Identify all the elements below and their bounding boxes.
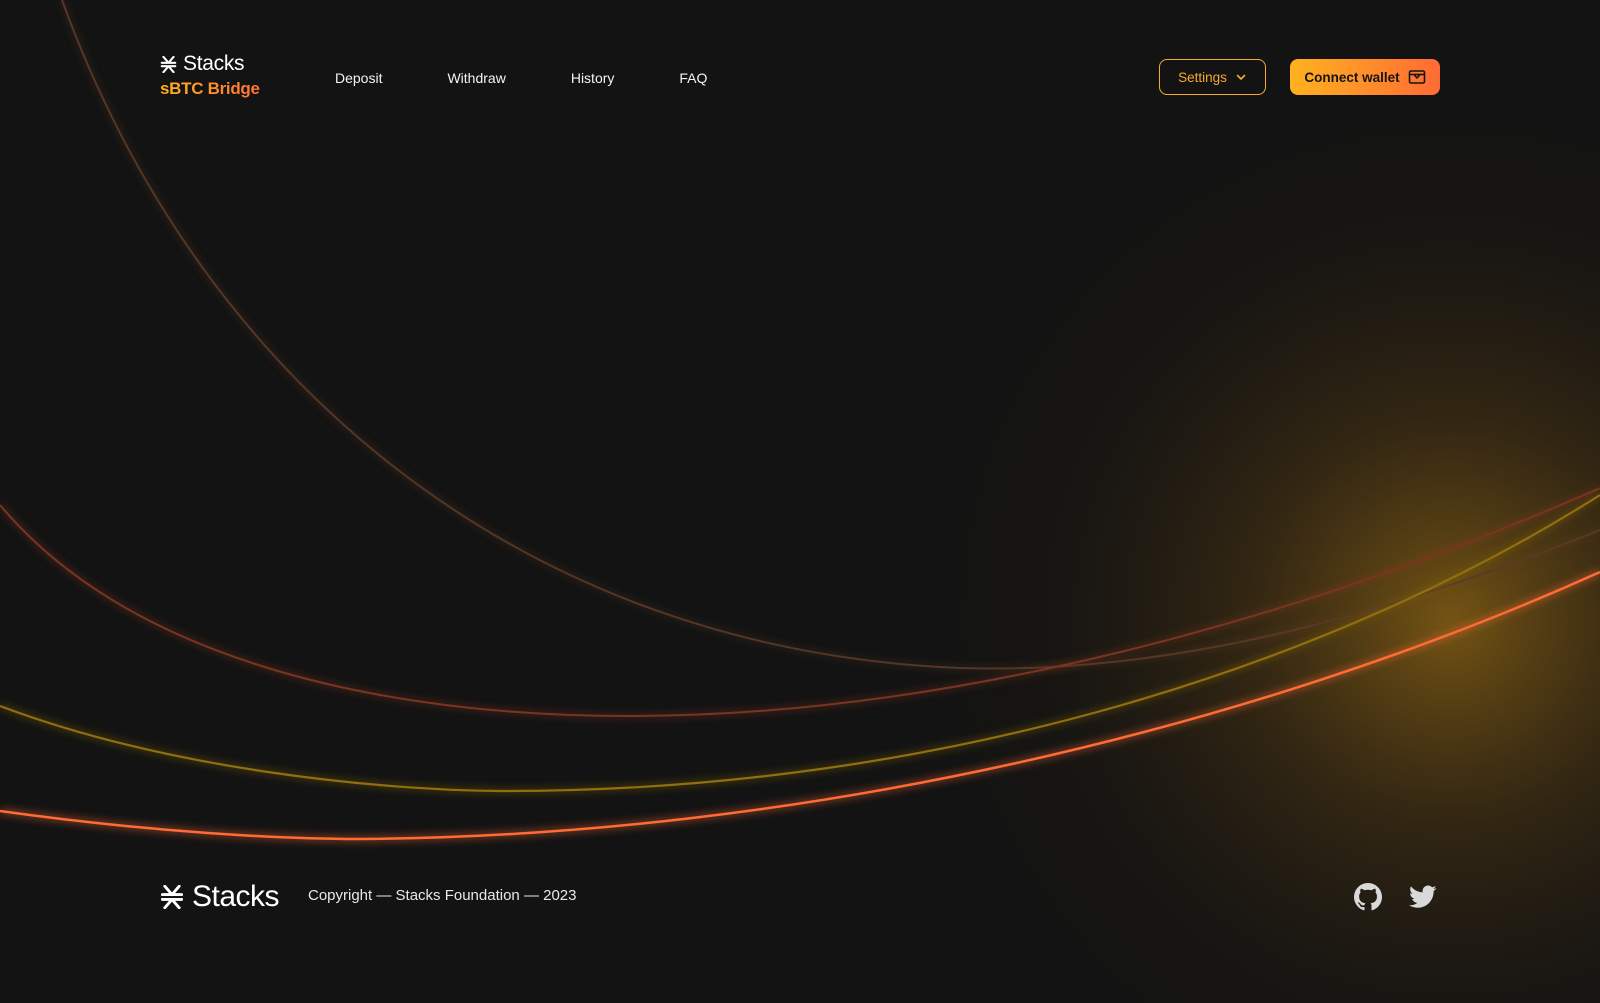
- nav-faq[interactable]: FAQ: [679, 70, 707, 86]
- settings-button[interactable]: Settings: [1159, 59, 1266, 95]
- chevron-down-icon: [1236, 74, 1246, 80]
- connect-wallet-button[interactable]: Connect wallet: [1290, 59, 1440, 95]
- github-link[interactable]: [1353, 882, 1383, 912]
- wallet-icon: [1408, 70, 1425, 84]
- nav-deposit[interactable]: Deposit: [335, 70, 382, 86]
- footer: Stacks Copyright — Stacks Foundation — 2…: [0, 870, 1600, 924]
- footer-brand[interactable]: Stacks: [160, 880, 280, 914]
- settings-label: Settings: [1178, 69, 1227, 85]
- brand-name: Stacks: [183, 52, 245, 75]
- twitter-icon: [1409, 885, 1437, 908]
- footer-brand-name: Stacks: [192, 880, 280, 913]
- stacks-logo-icon: [160, 55, 177, 73]
- main-nav: Deposit Withdraw History FAQ: [335, 66, 772, 90]
- connect-wallet-label: Connect wallet: [1304, 69, 1400, 85]
- github-icon: [1354, 883, 1382, 911]
- nav-withdraw[interactable]: Withdraw: [447, 70, 505, 86]
- stacks-logo-icon: [160, 885, 184, 909]
- header: Stacks sBTC Bridge Deposit Withdraw Hist…: [0, 0, 1600, 155]
- brand-row: Stacks: [160, 50, 270, 78]
- page: Stacks sBTC Bridge Deposit Withdraw Hist…: [0, 0, 1600, 1003]
- brand[interactable]: Stacks sBTC Bridge: [160, 50, 270, 99]
- copyright-text: Copyright — Stacks Foundation — 2023: [308, 887, 577, 904]
- brand-subtitle: sBTC Bridge: [160, 79, 270, 99]
- twitter-link[interactable]: [1408, 882, 1438, 912]
- nav-history[interactable]: History: [571, 70, 615, 86]
